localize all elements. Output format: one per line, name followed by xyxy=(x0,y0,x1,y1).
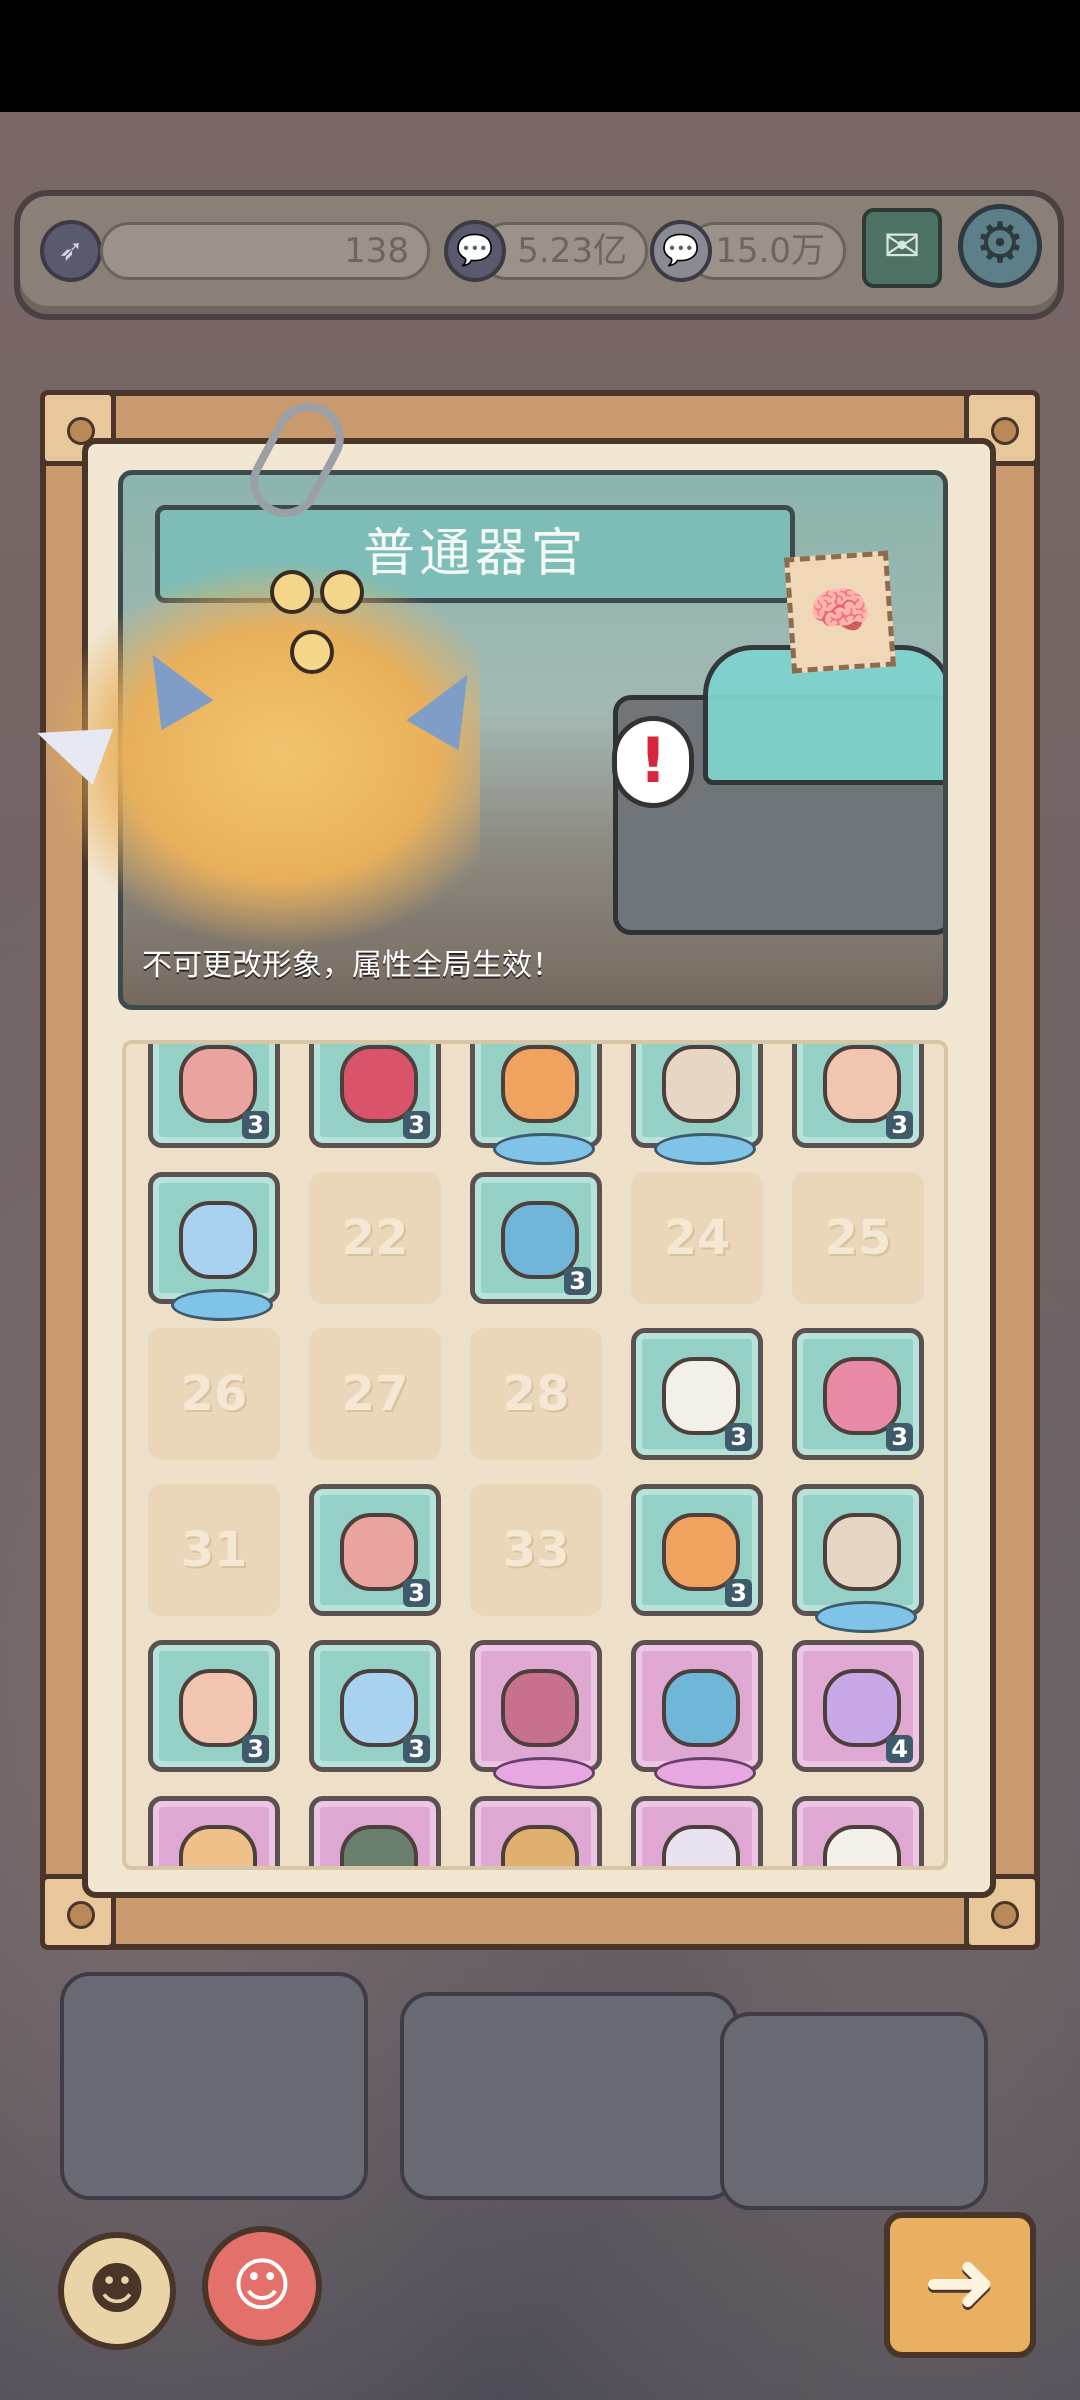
chat-bubble-icon: 💬 xyxy=(444,220,506,282)
item-count-badge: 3 xyxy=(725,1579,752,1607)
item-count-badge: 3 xyxy=(403,1111,430,1139)
monster-eye xyxy=(290,630,334,674)
organ-slot[interactable] xyxy=(792,1796,924,1866)
organ-slot[interactable]: 3 xyxy=(470,1172,602,1304)
organ-slot[interactable]: 3 xyxy=(148,1640,280,1772)
gear-icon[interactable]: ⚙ xyxy=(958,204,1042,288)
item-count-badge: 3 xyxy=(403,1579,430,1607)
organ-item-icon xyxy=(823,1825,901,1866)
slot-number: 25 xyxy=(824,1210,892,1266)
organ-slot[interactable]: 3 xyxy=(309,1484,441,1616)
organ-slot[interactable]: 31 xyxy=(148,1484,280,1616)
rock xyxy=(400,1992,738,2200)
organ-item-icon xyxy=(340,1825,418,1866)
item-count-badge: 4 xyxy=(886,1735,913,1763)
monster-character xyxy=(26,560,494,950)
slot-number: 22 xyxy=(341,1210,409,1266)
organ-slot[interactable] xyxy=(470,1796,602,1866)
item-count-badge: 3 xyxy=(886,1111,913,1139)
monster-face-icon: ☻ xyxy=(87,2257,147,2322)
alert-icon[interactable]: ! xyxy=(612,716,694,808)
organ-slot[interactable]: 3 xyxy=(631,1328,763,1460)
slot-number: 33 xyxy=(502,1522,570,1578)
slot-number: 27 xyxy=(341,1366,409,1422)
rarity-wings-icon xyxy=(171,1289,273,1321)
slot-number: 31 xyxy=(180,1522,248,1578)
smiley-icon: ☺ xyxy=(231,2251,293,2319)
arrow-right-icon: ➜ xyxy=(923,2230,997,2333)
spike xyxy=(126,639,214,731)
organ-slot[interactable]: 28 xyxy=(470,1328,602,1460)
organ-slot[interactable]: 22 xyxy=(309,1172,441,1304)
organ-slot[interactable] xyxy=(148,1172,280,1321)
organ-slot[interactable] xyxy=(631,1640,763,1789)
rarity-wings-icon xyxy=(493,1133,595,1165)
organ-item-icon xyxy=(823,1513,901,1591)
monster-eye xyxy=(320,570,364,614)
slot-number: 28 xyxy=(502,1366,570,1422)
mail-icon[interactable]: ✉ xyxy=(862,208,942,288)
organ-slot[interactable] xyxy=(792,1484,924,1633)
organ-item-icon xyxy=(662,1669,740,1747)
organ-slot[interactable]: 26 xyxy=(148,1328,280,1460)
organ-slot[interactable] xyxy=(309,1796,441,1866)
rock xyxy=(720,2012,988,2210)
rarity-wings-icon xyxy=(654,1133,756,1165)
organ-slot[interactable]: 27 xyxy=(309,1328,441,1460)
organ-slot[interactable]: 3 xyxy=(792,1328,924,1460)
panel-caption: 不可更改形象，属性全局生效！ xyxy=(142,948,562,983)
rarity-wings-icon xyxy=(815,1601,917,1633)
organ-slot[interactable]: 3 xyxy=(148,1044,280,1148)
organ-item-icon xyxy=(662,1045,740,1123)
item-count-badge: 3 xyxy=(242,1735,269,1763)
next-arrow-button[interactable]: ➜ xyxy=(884,2212,1036,2358)
organ-slot[interactable] xyxy=(148,1796,280,1866)
item-count-badge: 3 xyxy=(886,1423,913,1451)
organ-slot[interactable] xyxy=(631,1796,763,1866)
organ-slot[interactable] xyxy=(470,1044,602,1165)
organ-slot[interactable] xyxy=(631,1044,763,1165)
organ-slot[interactable]: 3 xyxy=(309,1640,441,1772)
rock xyxy=(60,1972,368,2200)
organ-item-icon xyxy=(662,1825,740,1866)
organ-item-icon xyxy=(179,1825,257,1866)
organ-slot[interactable]: 3 xyxy=(631,1484,763,1616)
organ-item-icon xyxy=(501,1045,579,1123)
character-button[interactable]: ☺ xyxy=(202,2226,322,2346)
status-bar xyxy=(0,0,1080,112)
slot-number: 26 xyxy=(180,1366,248,1422)
chat-bubble-icon: 💬 xyxy=(650,220,712,282)
brain-stamp-icon[interactable]: 🧠 xyxy=(784,550,896,674)
slot-number: 24 xyxy=(663,1210,731,1266)
item-count-badge: 3 xyxy=(725,1423,752,1451)
monster-eye xyxy=(270,570,314,614)
monster-menu-button[interactable]: ☻ xyxy=(58,2232,176,2350)
organ-slot[interactable]: 4 xyxy=(792,1640,924,1772)
rarity-wings-icon xyxy=(493,1757,595,1789)
item-count-badge: 3 xyxy=(242,1111,269,1139)
energy-counter: 138 xyxy=(100,222,430,280)
item-count-badge: 3 xyxy=(564,1267,591,1295)
organ-slot[interactable] xyxy=(470,1640,602,1789)
spike xyxy=(26,704,114,786)
rocket-icon[interactable]: ➶ xyxy=(40,220,102,282)
organ-item-icon xyxy=(501,1669,579,1747)
organ-slot[interactable]: 3 xyxy=(792,1044,924,1148)
organ-slot[interactable]: 25 xyxy=(792,1172,924,1304)
organ-slot[interactable]: 33 xyxy=(470,1484,602,1616)
rarity-wings-icon xyxy=(654,1757,756,1789)
organ-item-icon xyxy=(501,1825,579,1866)
organ-slot[interactable]: 24 xyxy=(631,1172,763,1304)
item-count-badge: 3 xyxy=(403,1735,430,1763)
organ-grid[interactable]: 3 3 3 22 3 24 25 26 27 28 3 3 31 3 33 3 3 3 4 xyxy=(122,1040,948,1870)
organ-slot[interactable]: 3 xyxy=(309,1044,441,1148)
organ-item-icon xyxy=(179,1201,257,1279)
